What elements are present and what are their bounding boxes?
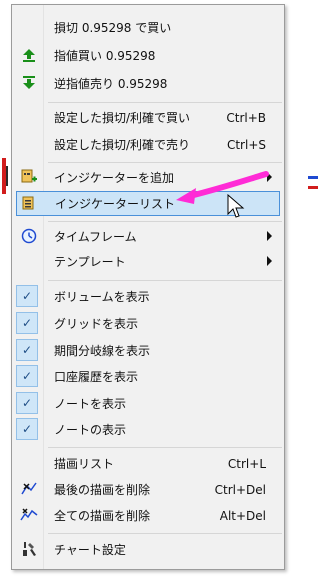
menu-item-label: 全ての描画を削除 bbox=[54, 509, 151, 523]
menu-item-timeframe[interactable]: タイムフレーム bbox=[16, 224, 280, 249]
menu-separator bbox=[48, 221, 282, 222]
menu-item-buy-limit[interactable]: 指値買い 0.95298 bbox=[16, 43, 280, 68]
menu-separator bbox=[48, 533, 282, 534]
annotation-arrow-icon bbox=[176, 171, 269, 204]
menu-item-label: グリッドを表示 bbox=[54, 317, 139, 331]
check-icon: ✓ bbox=[16, 418, 38, 440]
menu-item-label: 損切 0.95298 で買い bbox=[54, 21, 172, 35]
menu-item-label: 設定した損切/利確で売り bbox=[54, 138, 191, 152]
submenu-arrow-icon bbox=[267, 256, 272, 266]
menu-item-show-volume[interactable]: ✓ ボリュームを表示 bbox=[16, 284, 280, 309]
menu-separator bbox=[48, 280, 282, 281]
sell-stop-icon bbox=[20, 74, 38, 92]
menu-item-buy-with-sl-tp[interactable]: 設定した損切/利確で買い Ctrl+B bbox=[16, 105, 280, 130]
menu-item-label: インジケーターリスト bbox=[55, 197, 176, 211]
menu-item-label: チャート設定 bbox=[54, 543, 126, 557]
menu-item-stoploss-buy[interactable]: 損切 0.95298 で買い bbox=[16, 15, 280, 40]
menu-item-label: 設定した損切/利確で買い bbox=[54, 111, 191, 125]
tools-icon bbox=[20, 540, 38, 558]
menu-item-show-notes[interactable]: ✓ ノートを表示 bbox=[16, 391, 280, 416]
menu-item-shortcut: Alt+Del bbox=[219, 508, 266, 523]
menu-item-label: ノートを表示 bbox=[54, 397, 127, 411]
check-icon: ✓ bbox=[16, 365, 38, 387]
menu-item-label: ボリュームを表示 bbox=[54, 290, 150, 304]
indicator-list-icon bbox=[21, 195, 39, 213]
menu-item-label: インジケーターを追加 bbox=[54, 171, 175, 185]
menu-item-label: 指値買い 0.95298 bbox=[54, 49, 156, 63]
add-indicator-icon bbox=[20, 168, 38, 186]
buy-limit-icon bbox=[20, 46, 38, 64]
menu-item-drawing-list[interactable]: 描画リスト Ctrl+L bbox=[16, 451, 280, 476]
menu-item-label: タイムフレーム bbox=[54, 230, 137, 244]
submenu-arrow-icon bbox=[267, 231, 272, 241]
menu-item-show-grid[interactable]: ✓ グリッドを表示 bbox=[16, 311, 280, 336]
menu-item-sell-with-sl-tp[interactable]: 設定した損切/利確で売り Ctrl+S bbox=[16, 132, 280, 157]
menu-item-label: 口座履歴を表示 bbox=[54, 370, 139, 384]
menu-item-label: テンプレート bbox=[54, 255, 126, 269]
menu-item-label: 期間分岐線を表示 bbox=[54, 344, 151, 358]
menu-item-show-period-separators[interactable]: ✓ 期間分岐線を表示 bbox=[16, 338, 280, 363]
menu-item-delete-last-drawing[interactable]: 最後の描画を削除 Ctrl+Del bbox=[16, 477, 280, 502]
menu-item-note-display[interactable]: ✓ ノートの表示 bbox=[16, 417, 280, 442]
menu-item-shortcut: Ctrl+B bbox=[226, 110, 266, 125]
check-icon: ✓ bbox=[16, 312, 38, 334]
menu-item-label: 逆指値売り 0.95298 bbox=[54, 77, 168, 91]
menu-item-shortcut: Ctrl+S bbox=[226, 137, 266, 152]
menu-item-label: 最後の描画を削除 bbox=[54, 483, 151, 497]
check-icon: ✓ bbox=[16, 285, 38, 307]
menu-item-label: 描画リスト bbox=[54, 457, 115, 471]
menu-separator bbox=[48, 102, 282, 103]
chart-right-edge-marks bbox=[306, 150, 320, 230]
price-mark-red bbox=[308, 186, 318, 189]
menu-separator bbox=[48, 162, 282, 163]
menu-item-sell-stop[interactable]: 逆指値売り 0.95298 bbox=[16, 71, 280, 96]
menu-item-label: ノートの表示 bbox=[54, 423, 127, 437]
delete-last-drawing-icon bbox=[20, 480, 38, 498]
context-menu: 損切 0.95298 で買い 指値買い 0.95298 逆指値売り 0.9529… bbox=[11, 4, 285, 570]
menu-item-shortcut: Ctrl+L bbox=[227, 456, 266, 471]
check-icon: ✓ bbox=[16, 392, 38, 414]
delete-all-drawings-icon bbox=[20, 506, 38, 524]
menu-item-show-account-history[interactable]: ✓ 口座履歴を表示 bbox=[16, 364, 280, 389]
check-icon: ✓ bbox=[16, 339, 38, 361]
menu-item-delete-all-drawings[interactable]: 全ての描画を削除 Alt+Del bbox=[16, 503, 280, 528]
menu-separator bbox=[48, 447, 282, 448]
mouse-cursor-icon bbox=[227, 194, 245, 218]
menu-item-template[interactable]: テンプレート bbox=[16, 249, 280, 274]
candle-wick bbox=[6, 166, 8, 186]
price-mark-blue bbox=[308, 176, 318, 179]
clock-icon bbox=[20, 227, 38, 245]
menu-item-shortcut: Ctrl+Del bbox=[214, 482, 266, 497]
menu-item-chart-settings[interactable]: チャート設定 bbox=[16, 537, 280, 562]
